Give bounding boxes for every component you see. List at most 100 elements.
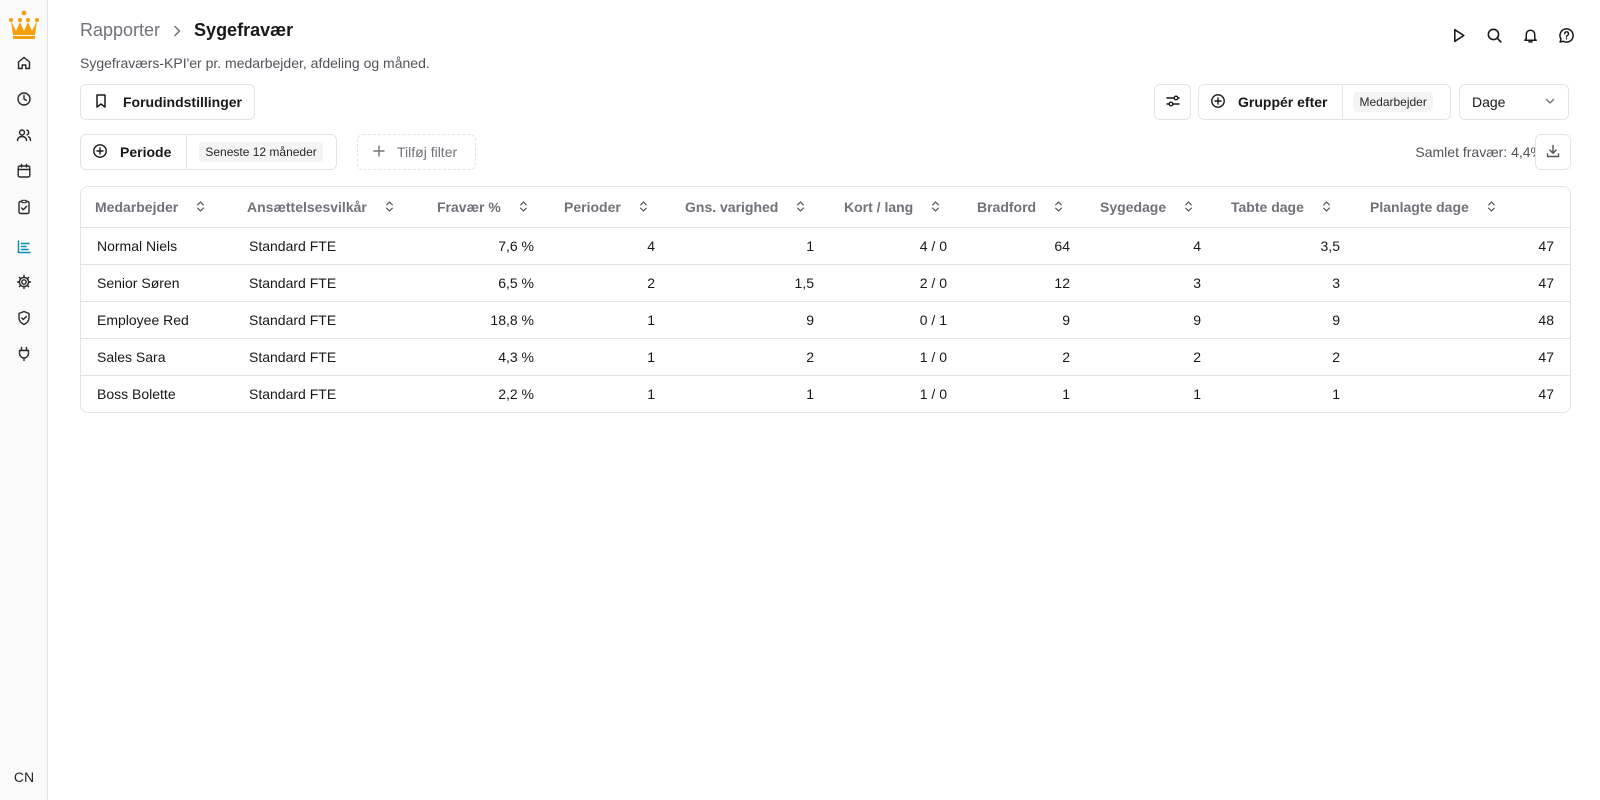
table-cell: 3	[1217, 264, 1356, 302]
table-cell: 1	[671, 227, 830, 265]
period-filter-control: Periode	[81, 135, 188, 169]
table-cell: 1	[1062, 385, 1070, 402]
presets-label: Forudindstillinger	[123, 94, 242, 110]
table-cell: 1	[550, 338, 671, 376]
group-by-button[interactable]: Gruppér efter Medarbejder	[1198, 84, 1451, 120]
table-cell: 1 / 0	[919, 385, 947, 402]
table-cell: Normal Niels	[81, 227, 233, 265]
help-chat-icon[interactable]	[1556, 25, 1576, 45]
sort-button[interactable]: Ansættelsesvilkår	[247, 199, 396, 215]
sort-button[interactable]: Kort / lang	[844, 199, 942, 215]
sort-icon	[794, 200, 807, 213]
play-icon[interactable]	[1448, 25, 1468, 45]
absence-table: Medarbejder Ansættelsesvilkår Fravær % Peri…	[80, 186, 1571, 413]
table-cell: 4	[550, 227, 671, 265]
unit-select[interactable]: Dage	[1459, 84, 1569, 120]
period-filter-button[interactable]: Periode Seneste 12 måneder	[80, 134, 337, 170]
home-icon[interactable]	[14, 53, 34, 73]
table-row[interactable]: Senior Søren Standard FTE 6,5 % 2 1,5 2 / 0 12…	[81, 264, 1570, 302]
sort-icon	[1320, 200, 1333, 213]
column-header[interactable]: Ansættelsesvilkår	[233, 187, 423, 228]
sidebar: CN	[0, 0, 48, 800]
sort-button[interactable]: Perioder	[564, 199, 650, 215]
column-header-label: Perioder	[564, 198, 621, 215]
table-cell: 1	[647, 385, 655, 402]
table-cell: Boss Bolette	[97, 385, 176, 402]
download-icon	[1545, 143, 1561, 162]
download-button[interactable]	[1535, 134, 1571, 170]
table-row[interactable]: Normal Niels Standard FTE 7,6 % 4 1 4 / 0 64 4 3…	[81, 227, 1570, 265]
table-cell: 6,5 %	[423, 264, 550, 302]
breadcrumb-parent-link[interactable]: Rapporter	[80, 20, 160, 41]
table-cell: Employee Red	[81, 301, 233, 339]
table-cell: 9	[671, 301, 830, 339]
sort-button[interactable]: Gns. varighed	[685, 199, 807, 215]
search-icon[interactable]	[1484, 25, 1504, 45]
column-header[interactable]: Gns. varighed	[671, 187, 830, 228]
table-cell: 2	[1217, 338, 1356, 376]
table-cell: 7,6 %	[423, 227, 550, 265]
table-cell: 4,3 %	[423, 338, 550, 376]
column-header-label: Bradford	[977, 198, 1037, 215]
column-header-label: Gns. varighed	[685, 198, 779, 215]
sort-icon	[1052, 200, 1065, 213]
sort-icon	[383, 200, 396, 213]
shield-check-icon[interactable]	[14, 308, 34, 328]
sort-button[interactable]: Bradford	[977, 199, 1065, 215]
column-header[interactable]: Sygedage	[1086, 187, 1217, 228]
column-header[interactable]: Fravær %	[423, 187, 550, 228]
table-cell: 9	[1086, 301, 1217, 339]
reports-icon[interactable]	[14, 237, 34, 257]
table-cell: 9	[963, 301, 1086, 339]
table-cell: Standard FTE	[233, 264, 423, 302]
table-cell: 48	[1356, 301, 1570, 339]
table-cell: 3	[1086, 264, 1217, 302]
table-cell: 1	[1332, 385, 1340, 402]
main-content: Rapporter Sygefravær Sygefraværs-KPI'er …	[48, 0, 1600, 800]
column-header[interactable]: Perioder	[550, 187, 671, 228]
table-cell: 47	[1356, 338, 1570, 376]
column-header-label: Tabte dage	[1231, 198, 1304, 215]
plus-circle-icon	[92, 143, 108, 162]
table-row[interactable]: Boss Bolette Standard FTE 2,2 % 1 1 1 / 0 1 1 1 4…	[81, 375, 1570, 412]
column-header-label: Fravær %	[437, 198, 501, 215]
table-row[interactable]: Sales Sara Standard FTE 4,3 % 1 2 1 / 0 2 2 2 47	[81, 338, 1570, 376]
plus-circle-icon	[1210, 93, 1226, 112]
table-row[interactable]: Employee Red Standard FTE 18,8 % 1 9 0 / 1999…	[81, 301, 1570, 339]
page-subtitle: Sygefraværs-KPI'er pr. medarbejder, afde…	[80, 55, 430, 71]
column-header[interactable]: Planlagte dage	[1356, 187, 1570, 228]
unit-select-value: Dage	[1472, 94, 1506, 110]
sort-button[interactable]: Planlagte dage	[1370, 199, 1498, 215]
column-header-label: Kort / lang	[844, 198, 914, 215]
add-filter-button[interactable]: Tilføj filter	[357, 134, 476, 170]
sort-button[interactable]: Medarbejder	[95, 199, 207, 215]
table-cell: 47	[1356, 264, 1570, 302]
table-cell: 1	[806, 385, 814, 402]
sort-button[interactable]: Tabte dage	[1231, 199, 1333, 215]
view-settings-button[interactable]	[1154, 84, 1191, 120]
table-cell: Standard FTE	[249, 385, 337, 402]
plug-icon[interactable]	[14, 344, 34, 364]
column-header[interactable]: Tabte dage	[1217, 187, 1356, 228]
bell-icon[interactable]	[1520, 25, 1540, 45]
column-header[interactable]: Kort / lang	[830, 187, 963, 228]
table-cell: 2 / 0	[830, 264, 963, 302]
column-header[interactable]: Medarbejder	[81, 187, 233, 228]
table-cell: 1 / 0	[830, 338, 963, 376]
group-by-label: Gruppér efter	[1238, 94, 1328, 110]
column-header[interactable]: Bradford	[963, 187, 1086, 228]
table-cell: 2	[1086, 338, 1217, 376]
table-cell: 9	[1217, 301, 1356, 339]
calendar-icon[interactable]	[14, 161, 34, 181]
presets-button[interactable]: Forudindstillinger	[80, 84, 255, 120]
user-avatar[interactable]: CN	[8, 763, 40, 791]
sort-button[interactable]: Sygedage	[1100, 199, 1195, 215]
gear-icon[interactable]	[14, 272, 34, 292]
users-icon[interactable]	[14, 125, 34, 145]
sort-button[interactable]: Fravær %	[437, 199, 530, 215]
crown-logo-icon	[7, 9, 41, 41]
column-header-label: Medarbejder	[95, 198, 179, 215]
clock-icon[interactable]	[14, 89, 34, 109]
clipboard-check-icon[interactable]	[14, 197, 34, 217]
sort-icon	[637, 200, 650, 213]
